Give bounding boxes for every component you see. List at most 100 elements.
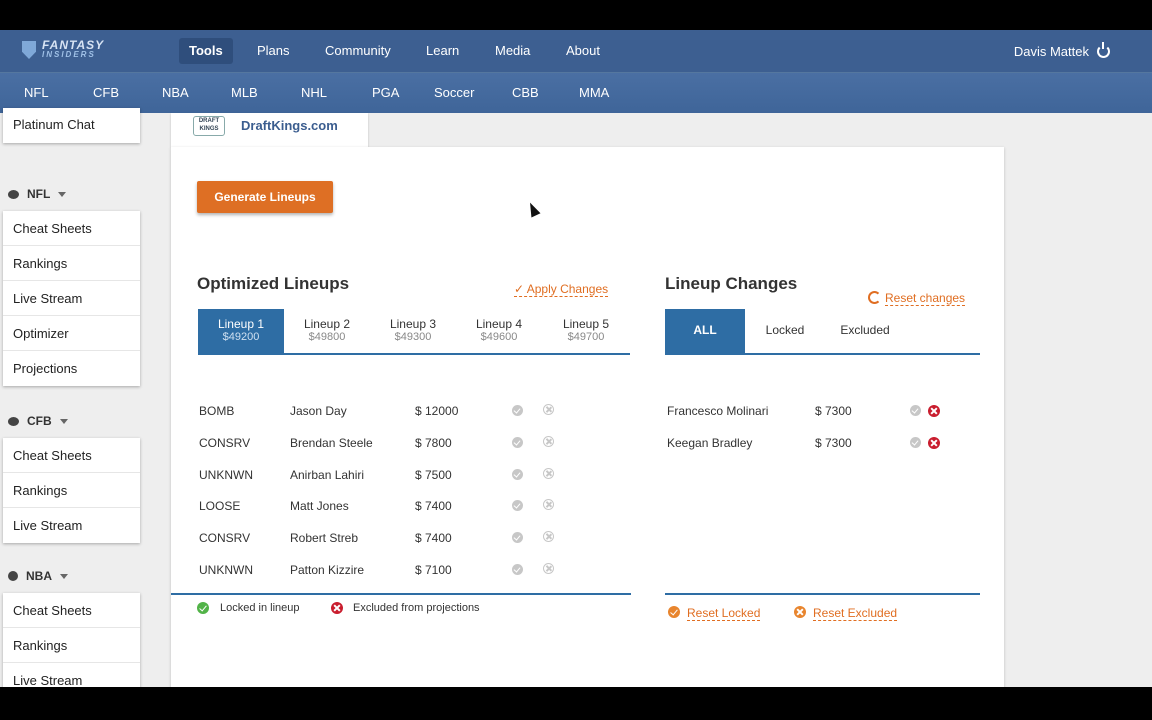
player-name: Anirban Lahiri: [290, 468, 365, 482]
sidebar-item-optimizer[interactable]: Optimizer: [3, 316, 140, 351]
logo-sub-text: INSIDERS: [42, 50, 96, 59]
sidebar-item-rankings[interactable]: Rankings: [3, 246, 140, 281]
shield-icon: [22, 41, 36, 59]
sidebar-sport-cfb[interactable]: CFB: [8, 414, 68, 428]
sidebar-item-rankings[interactable]: Rankings: [3, 473, 140, 508]
sidebar-item-live-stream[interactable]: Live Stream: [3, 281, 140, 316]
tab-lineup-1[interactable]: Lineup 1 $49200: [198, 309, 284, 353]
nav-community[interactable]: Community: [315, 38, 401, 64]
lineup-tabs: Lineup 1 $49200 Lineup 2 $49800 Lineup 3 $4…: [198, 309, 630, 355]
tab-lineup-4[interactable]: Lineup 4 $49600: [456, 309, 542, 353]
user-name[interactable]: Davis Mattek: [1014, 44, 1089, 59]
sport-cfb[interactable]: CFB: [93, 85, 119, 100]
sport-soccer[interactable]: Soccer: [434, 85, 474, 100]
player-tag: UNKNWN: [199, 563, 253, 577]
nav-media[interactable]: Media: [485, 38, 540, 64]
nav-tools[interactable]: Tools: [179, 38, 233, 64]
lock-check-icon[interactable]: [512, 500, 523, 511]
tab-all[interactable]: ALL: [665, 309, 745, 353]
exclude-x-icon[interactable]: [543, 436, 554, 447]
refresh-icon[interactable]: [868, 291, 881, 304]
tab-label: Lineup 1: [217, 317, 265, 331]
tab-lineup-2[interactable]: Lineup 2 $49800: [284, 309, 370, 353]
sport-nfl[interactable]: NFL: [24, 85, 49, 100]
tab-locked[interactable]: Locked: [745, 309, 825, 353]
tab-lineup-3[interactable]: Lineup 3 $49300: [370, 309, 456, 353]
power-icon[interactable]: [1097, 42, 1110, 58]
tab-excluded[interactable]: Excluded: [825, 309, 905, 353]
sport-pga[interactable]: PGA: [372, 85, 399, 100]
tab-lineup-5[interactable]: Lineup 5 $49700: [542, 309, 630, 353]
player-name: Robert Streb: [290, 531, 359, 545]
sidebar-card-nba: Cheat Sheets Rankings Live Stream: [3, 593, 140, 687]
changes-tabs: ALL Locked Excluded: [665, 309, 980, 355]
sidebar-item-cheat-sheets[interactable]: Cheat Sheets: [3, 593, 140, 628]
exclude-x-icon[interactable]: [543, 404, 554, 415]
nav-about[interactable]: About: [556, 38, 610, 64]
exclude-x-icon[interactable]: [543, 563, 554, 574]
player-tag: BOMB: [199, 404, 235, 418]
excluded-x-icon[interactable]: [928, 437, 940, 449]
sidebar-sport-nfl[interactable]: NFL: [8, 187, 67, 201]
sport-label: NBA: [26, 569, 52, 583]
reset-excluded-link[interactable]: Reset Excluded: [813, 606, 898, 621]
legend-locked: Locked in lineup: [220, 602, 300, 614]
top-navbar: FANTASY INSIDERS Tools Plans Community Le…: [0, 30, 1152, 72]
apply-changes-link[interactable]: ✓ Apply Changes: [514, 282, 609, 297]
lock-check-icon[interactable]: [512, 564, 523, 575]
lock-check-icon[interactable]: [512, 532, 523, 543]
sidebar-item-platinum-chat[interactable]: Platinum Chat: [3, 108, 140, 143]
sidebar-item-projections[interactable]: Projections: [3, 351, 140, 386]
player-tag: LOOSE: [199, 499, 241, 513]
nav-learn[interactable]: Learn: [416, 38, 469, 64]
sidebar-card-cfb: Cheat Sheets Rankings Live Stream: [3, 438, 140, 543]
lock-check-icon[interactable]: [910, 437, 921, 448]
sport-nba[interactable]: NBA: [162, 85, 189, 100]
reset-changes-link[interactable]: Reset changes: [885, 291, 966, 306]
sidebar-item-cheat-sheets[interactable]: Cheat Sheets: [3, 438, 140, 473]
optimizer-panel: Generate Lineups Optimized Lineups ✓ App…: [171, 147, 1004, 687]
site-logo[interactable]: FANTASY INSIDERS: [22, 39, 104, 60]
sidebar-item-live-stream[interactable]: Live Stream: [3, 663, 140, 687]
excluded-x-icon[interactable]: [928, 405, 940, 417]
reset-excluded-icon[interactable]: [794, 606, 806, 618]
sport-mma[interactable]: MMA: [579, 85, 609, 100]
player-tag: UNKNWN: [199, 468, 253, 482]
lock-check-icon[interactable]: [512, 437, 523, 448]
lock-check-icon[interactable]: [512, 469, 523, 480]
generate-lineups-button[interactable]: Generate Lineups: [197, 181, 333, 213]
sidebar-card-top: Platinum Chat: [3, 108, 140, 143]
lock-check-icon[interactable]: [910, 405, 921, 416]
player-salary: $ 7400: [415, 531, 452, 545]
sport-label: CFB: [27, 414, 52, 428]
reset-locked-icon[interactable]: [668, 606, 680, 618]
site-selector[interactable]: DRAFT KINGS DraftKings.com: [171, 113, 368, 147]
sidebar-item-rankings[interactable]: Rankings: [3, 628, 140, 663]
sidebar-item-live-stream[interactable]: Live Stream: [3, 508, 140, 543]
reset-locked-link[interactable]: Reset Locked: [687, 606, 761, 621]
basketball-icon: [8, 571, 18, 581]
tab-label: Lineup 5: [562, 317, 610, 331]
sports-navbar: NFL CFB NBA MLB NHL PGA Soccer CBB MMA: [0, 72, 1152, 113]
sidebar-sport-nba[interactable]: NBA: [8, 569, 68, 583]
sport-mlb[interactable]: MLB: [231, 85, 258, 100]
sidebar-item-cheat-sheets[interactable]: Cheat Sheets: [3, 211, 140, 246]
change-player-name: Keegan Bradley: [667, 436, 753, 450]
exclude-x-icon[interactable]: [543, 531, 554, 542]
player-salary: $ 7500: [415, 468, 452, 482]
exclude-x-icon[interactable]: [543, 468, 554, 479]
player-name: Patton Kizzire: [290, 563, 365, 577]
nav-plans[interactable]: Plans: [247, 38, 300, 64]
football-icon: [8, 189, 19, 199]
player-name: Matt Jones: [290, 499, 349, 513]
sport-cbb[interactable]: CBB: [512, 85, 539, 100]
excluded-legend-icon: [331, 602, 343, 614]
site-name: DraftKings.com: [241, 118, 338, 133]
sport-nhl[interactable]: NHL: [301, 85, 327, 100]
tab-amount: $49800: [308, 331, 346, 343]
player-tag: CONSRV: [199, 531, 251, 545]
exclude-x-icon[interactable]: [543, 499, 554, 510]
tab-label: Lineup 2: [303, 317, 351, 331]
lock-check-icon[interactable]: [512, 405, 523, 416]
player-salary: $ 7800: [415, 436, 452, 450]
